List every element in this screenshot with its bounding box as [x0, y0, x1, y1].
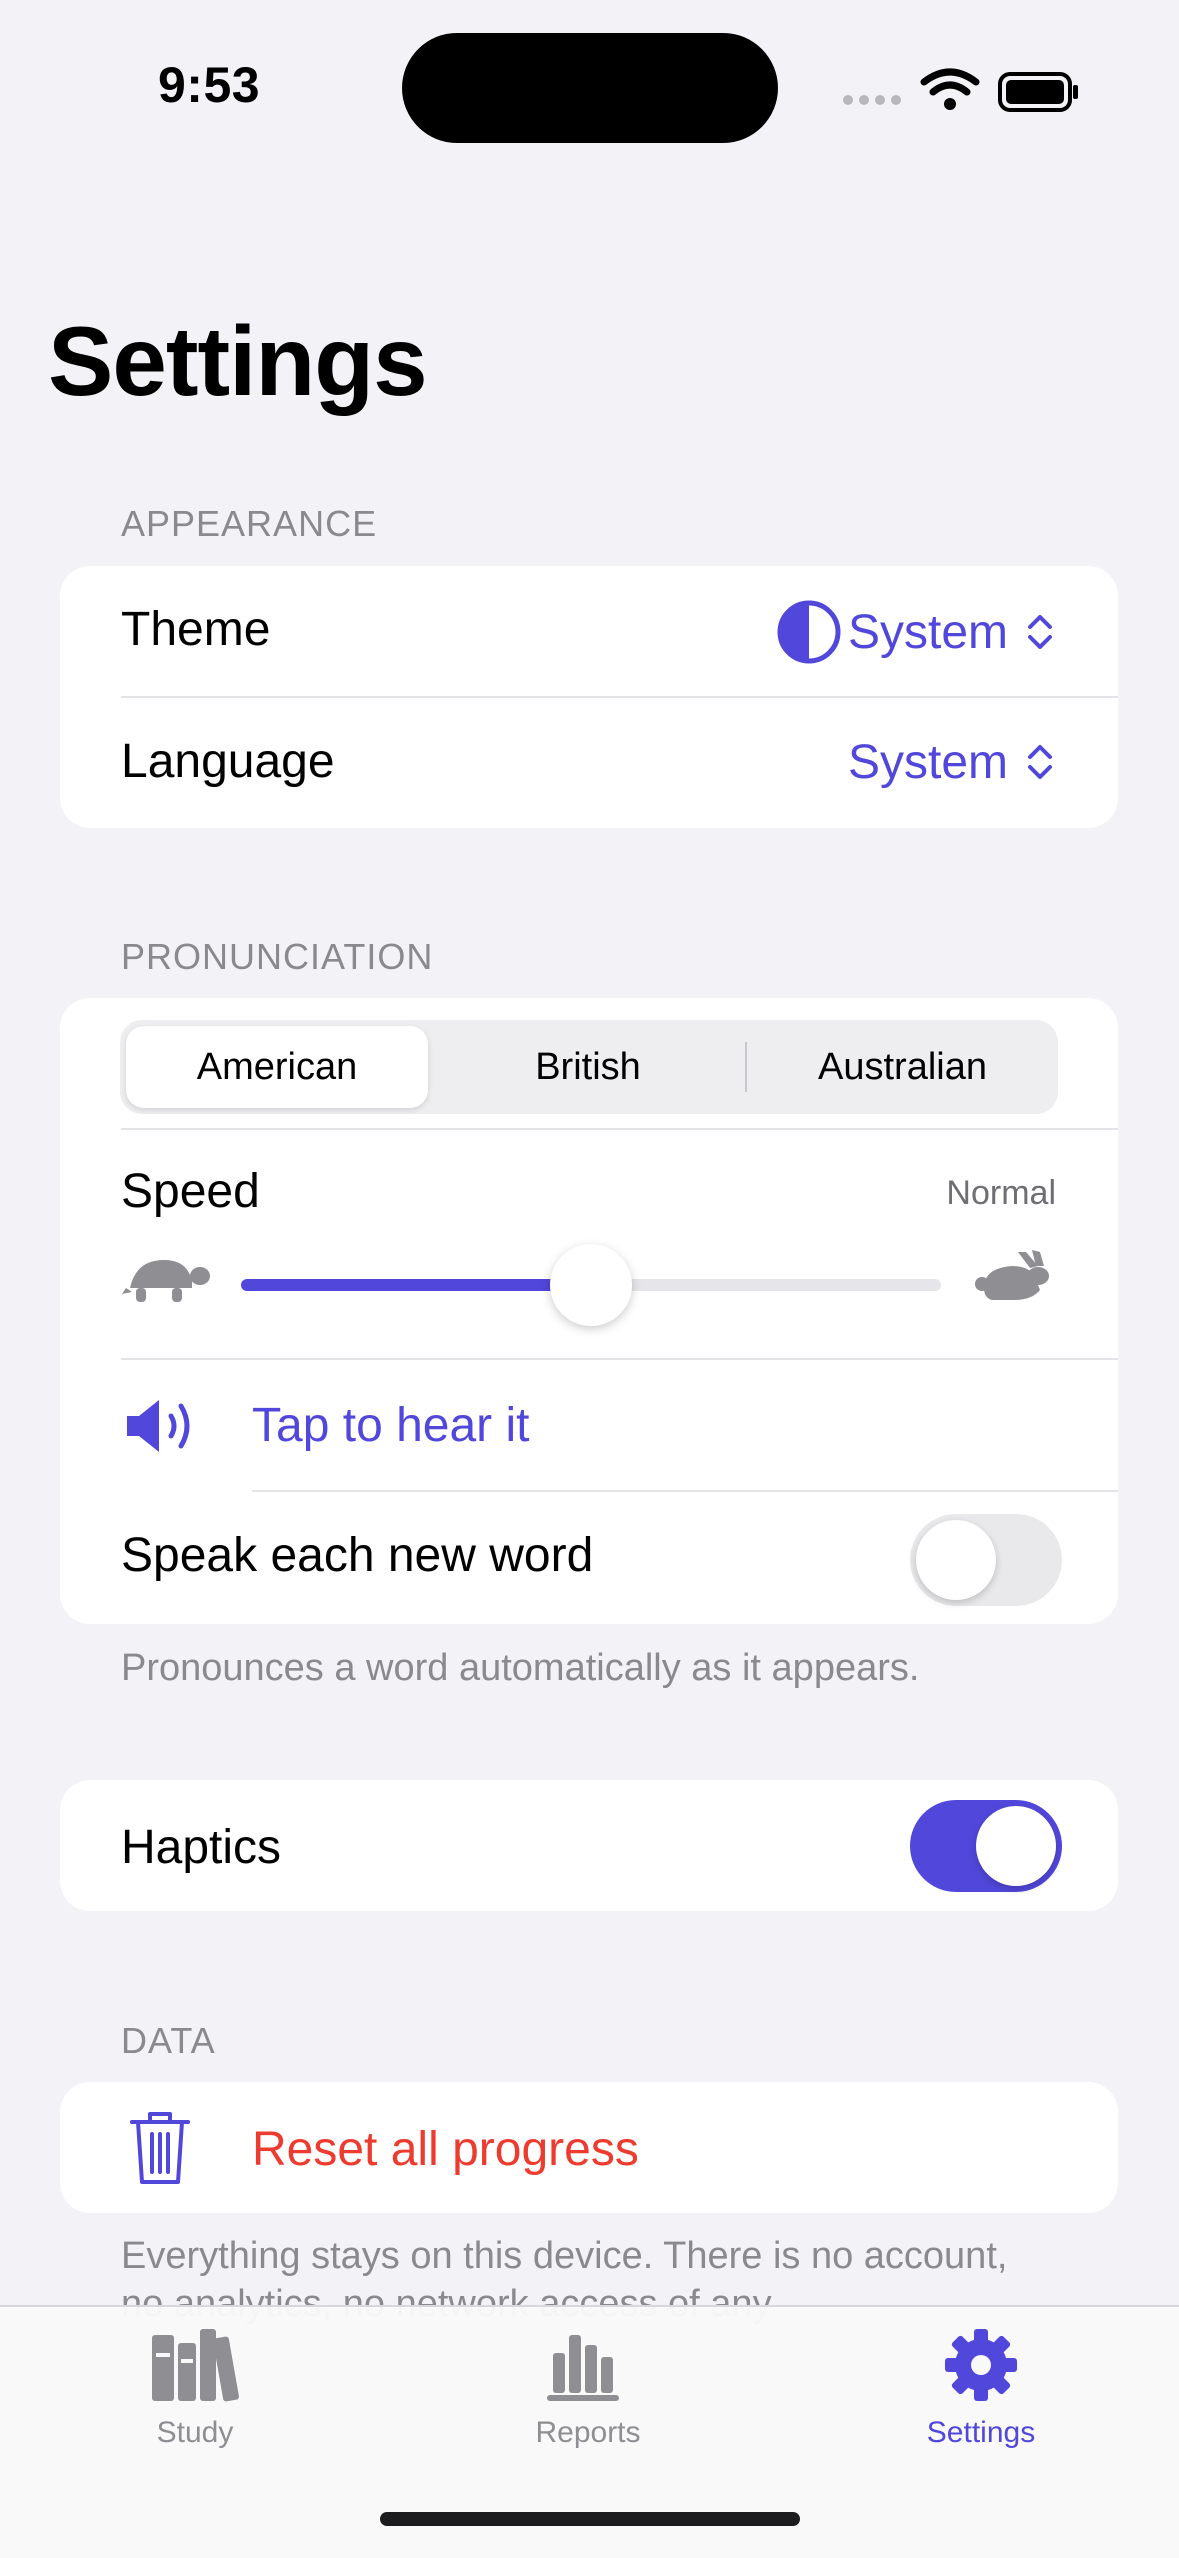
theme-picker[interactable]: System: [776, 596, 1060, 668]
appearance-card: Theme System Language System: [60, 566, 1118, 828]
wifi-icon: [920, 68, 980, 96]
segment-american[interactable]: American: [126, 1026, 428, 1108]
reset-progress-button[interactable]: Reset all progress: [60, 2082, 1118, 2213]
tap-to-hear-button[interactable]: Tap to hear it: [60, 1360, 1118, 1488]
tap-to-hear-label: Tap to hear it: [252, 1399, 530, 1452]
chevron-updown-icon: [1028, 745, 1052, 779]
books-icon: [152, 2329, 239, 2402]
tab-settings-label: Settings: [926, 2416, 1036, 2449]
tab-reports[interactable]: Reports: [468, 2327, 708, 2450]
separator: [252, 1490, 1118, 1492]
language-label: Language: [121, 735, 335, 788]
toggle-knob: [916, 1520, 996, 1600]
appearance-header: APPEARANCE: [121, 503, 378, 544]
page-title: Settings: [48, 306, 428, 416]
segment-australian[interactable]: Australian: [747, 1020, 1058, 1114]
theme-label: Theme: [121, 603, 271, 656]
accent-segmented-control: American British Australian: [120, 1020, 1058, 1114]
gear-icon: [945, 2329, 1017, 2401]
speaker-icon: [127, 1400, 190, 1452]
data-header: DATA: [121, 2020, 216, 2061]
pronunciation-footer: Pronounces a word automatically as it ap…: [121, 1647, 920, 1689]
language-value: System: [847, 735, 1008, 789]
speak-each-label: Speak each new word: [121, 1529, 594, 1582]
half-circle-icon: [777, 600, 841, 664]
wifi-dot: [944, 98, 956, 110]
tab-study-label: Study: [156, 2416, 234, 2449]
turtle-icon: [122, 1260, 210, 1302]
battery-icon: [998, 72, 1078, 112]
theme-value: System: [847, 605, 1008, 659]
tab-study[interactable]: Study: [75, 2327, 315, 2450]
bar-chart-icon: [547, 2335, 619, 2401]
speed-label: Speed: [121, 1165, 260, 1218]
speed-value: Normal: [946, 1174, 1056, 1212]
chevron-updown-icon: [1028, 615, 1052, 649]
haptics-toggle[interactable]: [910, 1800, 1062, 1892]
reset-progress-label: Reset all progress: [252, 2123, 639, 2176]
speed-slider-thumb[interactable]: [550, 1244, 632, 1326]
toggle-knob: [976, 1806, 1056, 1886]
home-indicator: [380, 2512, 800, 2526]
rabbit-icon: [975, 1250, 1049, 1300]
dynamic-island: [402, 33, 778, 143]
data-card: Reset all progress: [60, 2082, 1118, 2213]
status-icons: [840, 64, 1080, 114]
tab-settings[interactable]: Settings: [861, 2327, 1101, 2450]
haptics-card: Haptics: [60, 1780, 1118, 1911]
speak-each-toggle[interactable]: [910, 1514, 1062, 1606]
speed-slider-fill: [241, 1279, 591, 1291]
language-picker[interactable]: System: [848, 726, 1060, 798]
pronunciation-card: American British Australian Speed Normal: [60, 998, 1118, 1624]
status-time: 9:53: [158, 57, 261, 113]
pronunciation-header: PRONUNCIATION: [121, 936, 434, 977]
tab-reports-label: Reports: [535, 2416, 641, 2449]
cellular-icon: [843, 95, 901, 105]
segment-british[interactable]: British: [432, 1020, 744, 1114]
haptics-label: Haptics: [121, 1821, 282, 1874]
separator: [121, 1128, 1118, 1130]
separator: [121, 696, 1118, 698]
trash-icon: [130, 2112, 190, 2184]
